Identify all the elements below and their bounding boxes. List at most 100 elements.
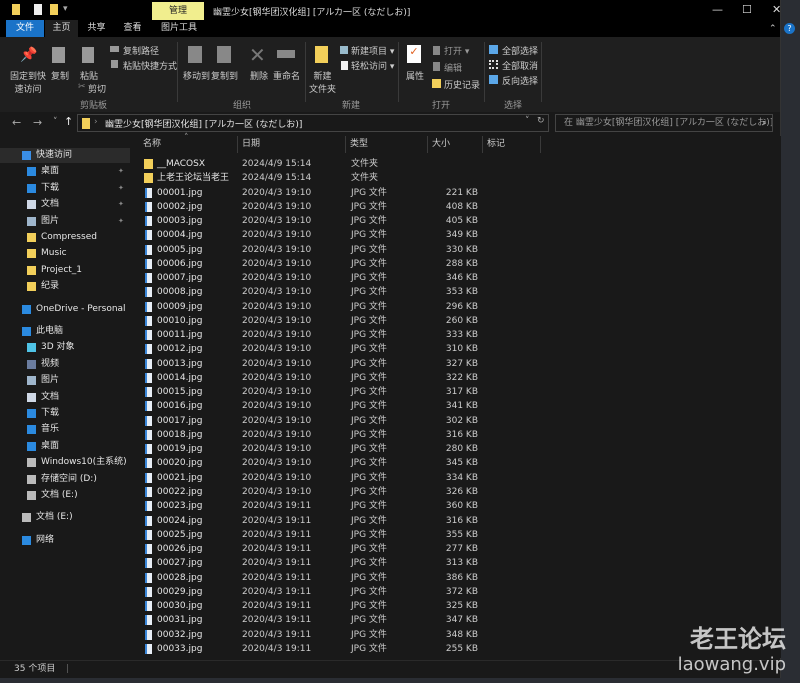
tab-home[interactable]: 主页	[45, 20, 78, 37]
file-row[interactable]: 00011.jpg 2020/4/3 19:10 JPG 文件 333 KB	[141, 328, 541, 342]
tab-share[interactable]: 共享	[80, 20, 113, 37]
recent-locations-icon[interactable]: ˅	[53, 117, 58, 127]
file-row[interactable]: 00019.jpg 2020/4/3 19:10 JPG 文件 280 KB	[141, 442, 541, 456]
pin-to-quick-access-button[interactable]: 固定到快 速访问	[10, 69, 46, 95]
rename-button[interactable]: 重命名	[273, 69, 300, 82]
sidebar-item[interactable]: 文档 (E:)	[0, 510, 130, 525]
file-row[interactable]: 00021.jpg 2020/4/3 19:10 JPG 文件 334 KB	[141, 471, 541, 485]
file-row[interactable]: 00014.jpg 2020/4/3 19:10 JPG 文件 322 KB	[141, 371, 541, 385]
file-row[interactable]: 00020.jpg 2020/4/3 19:10 JPG 文件 345 KB	[141, 456, 541, 470]
file-row[interactable]: 00033.jpg 2020/4/3 19:11 JPG 文件 255 KB	[141, 642, 541, 656]
column-header-size[interactable]: 大小	[428, 136, 483, 153]
sidebar-item[interactable]: 此电脑	[0, 324, 130, 339]
column-header-type[interactable]: 类型	[346, 136, 428, 153]
new-item-button[interactable]: 新建项目 ▾	[351, 44, 394, 57]
breadcrumb-current[interactable]: 幽霊少女[钢华团汉化组] [アルカ一区 (なだしお)]	[105, 117, 302, 130]
delete-button[interactable]: 删除	[250, 69, 268, 82]
sidebar-item[interactable]: 下载	[0, 406, 130, 421]
file-row[interactable]: 00025.jpg 2020/4/3 19:11 JPG 文件 355 KB	[141, 528, 541, 542]
tab-manage[interactable]: 管理	[152, 2, 204, 20]
file-row[interactable]: 00015.jpg 2020/4/3 19:10 JPG 文件 317 KB	[141, 385, 541, 399]
paste-button[interactable]: 粘贴	[80, 69, 98, 82]
sidebar-item[interactable]: Compressed	[0, 230, 130, 245]
sidebar-item[interactable]: 桌面 ✦	[0, 164, 130, 179]
properties-button[interactable]: 属性	[406, 69, 424, 82]
select-all-button[interactable]: 全部选择	[502, 44, 538, 57]
close-button[interactable]: ✕	[772, 3, 781, 16]
file-row[interactable]: 00030.jpg 2020/4/3 19:11 JPG 文件 325 KB	[141, 599, 541, 613]
copy-button[interactable]: 复制	[51, 69, 69, 82]
sidebar-item[interactable]: 桌面	[0, 439, 130, 454]
file-row[interactable]: 00016.jpg 2020/4/3 19:10 JPG 文件 341 KB	[141, 399, 541, 413]
file-row[interactable]: 00013.jpg 2020/4/3 19:10 JPG 文件 327 KB	[141, 357, 541, 371]
file-row[interactable]: 上老王论坛当老王 2024/4/9 15:14 文件夹	[141, 171, 541, 185]
file-row[interactable]: 00026.jpg 2020/4/3 19:11 JPG 文件 277 KB	[141, 542, 541, 556]
file-row[interactable]: 00004.jpg 2020/4/3 19:10 JPG 文件 349 KB	[141, 228, 541, 242]
sidebar-item[interactable]: Project_1	[0, 263, 130, 278]
minimize-button[interactable]: —	[712, 3, 723, 16]
file-row[interactable]: 00007.jpg 2020/4/3 19:10 JPG 文件 346 KB	[141, 271, 541, 285]
column-header-date[interactable]: 日期	[238, 136, 346, 153]
file-row[interactable]: 00024.jpg 2020/4/3 19:11 JPG 文件 316 KB	[141, 514, 541, 528]
select-none-button[interactable]: 全部取消	[502, 59, 538, 72]
copy-path-button[interactable]: 复制路径	[123, 44, 159, 57]
sidebar-item[interactable]: Music	[0, 246, 130, 261]
properties-icon[interactable]	[34, 4, 42, 15]
file-row[interactable]: 00029.jpg 2020/4/3 19:11 JPG 文件 372 KB	[141, 585, 541, 599]
history-button[interactable]: 历史记录	[444, 78, 480, 91]
search-input[interactable]: 在 幽霊少女[钢华团汉化组] [アルカ一区 (なだしお)] 中... ⌕	[555, 114, 773, 132]
tab-picture-tools[interactable]: 图片工具	[155, 20, 203, 37]
file-row[interactable]: 00009.jpg 2020/4/3 19:10 JPG 文件 296 KB	[141, 300, 541, 314]
file-row[interactable]: 00032.jpg 2020/4/3 19:11 JPG 文件 348 KB	[141, 628, 541, 642]
sidebar-item[interactable]: 下载 ✦	[0, 181, 130, 196]
quick-access-dropdown-icon[interactable]: ▾	[63, 4, 68, 14]
file-row[interactable]: 00008.jpg 2020/4/3 19:10 JPG 文件 353 KB	[141, 285, 541, 299]
easy-access-button[interactable]: 轻松访问 ▾	[351, 59, 394, 72]
move-to-button[interactable]: 移动到	[183, 69, 210, 82]
sidebar-item[interactable]: 音乐	[0, 422, 130, 437]
tab-view[interactable]: 查看	[116, 20, 149, 37]
sidebar-item[interactable]: 纪录	[0, 279, 130, 294]
sidebar-item[interactable]: 网络	[0, 533, 130, 548]
sidebar-item[interactable]: 图片 ✦	[0, 214, 130, 229]
address-input[interactable]: › 幽霊少女[钢华团汉化组] [アルカ一区 (なだしお)] › ˅ ↻	[77, 114, 549, 132]
file-row[interactable]: 00001.jpg 2020/4/3 19:10 JPG 文件 221 KB	[141, 186, 541, 200]
sidebar-item[interactable]: Windows10(主系统) (C:	[0, 455, 130, 470]
sidebar-item[interactable]: 3D 对象	[0, 340, 130, 355]
sidebar-item[interactable]: 文档 (E:)	[0, 488, 130, 503]
column-header-tags[interactable]: 标记	[483, 136, 541, 153]
sidebar-item[interactable]: 文档	[0, 390, 130, 405]
tab-file[interactable]: 文件	[6, 20, 44, 37]
file-row[interactable]: 00002.jpg 2020/4/3 19:10 JPG 文件 408 KB	[141, 200, 541, 214]
sidebar-item[interactable]: 存储空间 (D:)	[0, 472, 130, 487]
sidebar-item[interactable]: 快速访问	[0, 148, 130, 163]
cut-button[interactable]: 剪切	[88, 82, 106, 95]
file-row[interactable]: 00003.jpg 2020/4/3 19:10 JPG 文件 405 KB	[141, 214, 541, 228]
file-row[interactable]: 00023.jpg 2020/4/3 19:11 JPG 文件 360 KB	[141, 499, 541, 513]
file-row[interactable]: 00006.jpg 2020/4/3 19:10 JPG 文件 288 KB	[141, 257, 541, 271]
copy-to-button[interactable]: 复制到	[211, 69, 238, 82]
column-header-name[interactable]: 名称	[139, 136, 238, 153]
paste-shortcut-button[interactable]: 粘贴快捷方式	[123, 59, 177, 72]
sidebar-item[interactable]: 视频	[0, 357, 130, 372]
invert-selection-button[interactable]: 反向选择	[502, 74, 538, 87]
file-row[interactable]: 00012.jpg 2020/4/3 19:10 JPG 文件 310 KB	[141, 342, 541, 356]
sidebar-item[interactable]: OneDrive - Personal	[0, 302, 130, 317]
up-button[interactable]: ↑	[64, 115, 73, 128]
new-folder-icon[interactable]	[50, 4, 58, 15]
open-button[interactable]: 打开 ▾	[444, 44, 469, 57]
file-row[interactable]: 00022.jpg 2020/4/3 19:10 JPG 文件 326 KB	[141, 485, 541, 499]
edit-button[interactable]: 编辑	[444, 61, 462, 74]
help-icon[interactable]: ?	[784, 23, 795, 34]
address-dropdown-icon[interactable]: ˅	[525, 116, 530, 126]
file-row[interactable]: 00017.jpg 2020/4/3 19:10 JPG 文件 302 KB	[141, 414, 541, 428]
new-folder-button[interactable]: 新建 文件夹	[309, 69, 336, 95]
file-row[interactable]: 00031.jpg 2020/4/3 19:11 JPG 文件 347 KB	[141, 613, 541, 627]
file-row[interactable]: 00028.jpg 2020/4/3 19:11 JPG 文件 386 KB	[141, 571, 541, 585]
file-row[interactable]: 00018.jpg 2020/4/3 19:10 JPG 文件 316 KB	[141, 428, 541, 442]
file-row[interactable]: 00005.jpg 2020/4/3 19:10 JPG 文件 330 KB	[141, 243, 541, 257]
forward-button[interactable]: →	[33, 116, 42, 129]
file-row[interactable]: 00027.jpg 2020/4/3 19:11 JPG 文件 313 KB	[141, 556, 541, 570]
collapse-ribbon-icon[interactable]: ⌃	[769, 24, 777, 34]
maximize-button[interactable]: ☐	[742, 3, 752, 16]
